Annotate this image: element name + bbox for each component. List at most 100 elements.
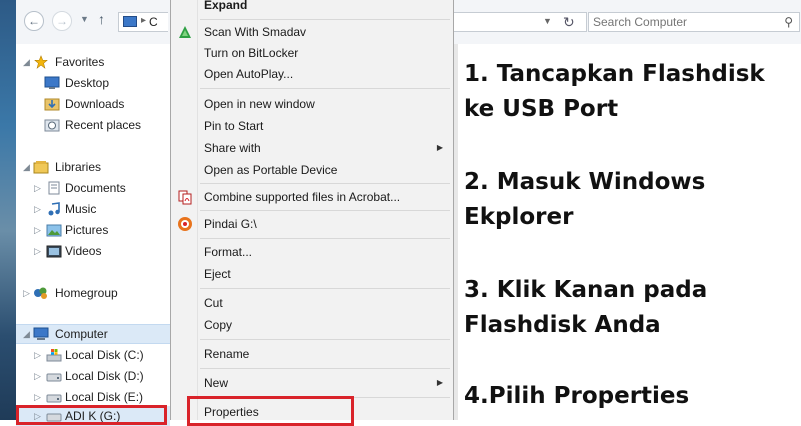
drive-icon <box>46 394 62 403</box>
nav-music[interactable]: ▷ Music <box>16 199 170 219</box>
menu-label: Scan With Smadav <box>204 25 307 39</box>
step-2-line-1: 2. Masuk Windows <box>464 169 706 195</box>
back-button[interactable]: ← <box>24 11 44 31</box>
pictures-icon <box>46 224 62 237</box>
nav-desktop[interactable]: Desktop <box>16 73 170 93</box>
nav-label: Music <box>65 202 97 216</box>
acrobat-icon <box>178 190 192 205</box>
nav-label: Videos <box>65 244 102 258</box>
expanded-arrow-icon[interactable]: ◢ <box>23 329 30 340</box>
collapsed-arrow-icon[interactable]: ▷ <box>34 371 41 382</box>
recent-locations-dropdown[interactable]: ▼ <box>80 14 89 24</box>
search-box[interactable]: ⚲ <box>588 12 800 32</box>
submenu-arrow-icon: ▶ <box>436 378 443 387</box>
nav-downloads[interactable]: Downloads <box>16 94 170 114</box>
step-3-line-1: 3. Klik Kanan pada <box>464 277 708 303</box>
menu-item-bitlocker[interactable]: Turn on BitLocker <box>171 42 453 64</box>
menu-label: New <box>204 376 229 390</box>
collapsed-arrow-icon[interactable]: ▷ <box>34 392 41 403</box>
menu-item-combine-acrobat[interactable]: Combine supported files in Acrobat... <box>171 186 453 208</box>
collapsed-arrow-icon[interactable]: ▷ <box>34 246 41 257</box>
highlight-box-flashdisk <box>16 405 167 425</box>
menu-label: Open AutoPlay... <box>204 67 294 81</box>
nav-local-disk-e[interactable]: ▷ Local Disk (E:) <box>16 387 170 407</box>
address-bar-end[interactable]: ▼ ↻ <box>453 12 587 32</box>
nav-label: Local Disk (E:) <box>65 390 144 404</box>
menu-separator <box>200 183 450 184</box>
breadcrumb-chevron-icon[interactable]: ▸ <box>141 15 146 26</box>
collapsed-arrow-icon[interactable]: ▷ <box>34 204 41 215</box>
highlight-box-properties <box>187 396 354 426</box>
menu-label: Pin to Start <box>204 119 264 133</box>
menu-item-copy[interactable]: Copy <box>171 314 453 336</box>
music-icon <box>48 202 60 216</box>
address-dropdown-icon[interactable]: ▼ <box>543 16 552 26</box>
menu-label: Open as Portable Device <box>204 163 338 177</box>
computer-icon <box>33 327 49 340</box>
drive-icon <box>46 373 62 382</box>
vertical-scrollbar[interactable] <box>454 44 458 420</box>
nav-label: Downloads <box>65 97 125 111</box>
system-drive-icon <box>46 349 62 362</box>
address-bar[interactable]: ▸ C <box>118 12 168 32</box>
navigation-pane: ◢ Favorites Desktop Downloads Recent pla… <box>16 44 170 426</box>
libraries-icon <box>33 161 49 174</box>
menu-item-new[interactable]: New ▶ <box>171 372 453 394</box>
menu-label: Rename <box>204 347 250 361</box>
menu-item-share-with[interactable]: Share with ▶ <box>171 137 453 159</box>
nav-local-disk-c[interactable]: ▷ Local Disk (C:) <box>16 345 170 365</box>
nav-label: Homegroup <box>55 286 118 300</box>
menu-item-autoplay[interactable]: Open AutoPlay... <box>171 63 453 85</box>
nav-computer[interactable]: ◢ Computer <box>16 324 170 344</box>
menu-separator <box>200 238 450 239</box>
expanded-arrow-icon[interactable]: ◢ <box>23 162 30 173</box>
up-button[interactable]: ↑ <box>98 11 105 27</box>
nav-label: Favorites <box>55 55 105 69</box>
nav-pictures[interactable]: ▷ Pictures <box>16 220 170 240</box>
menu-item-format[interactable]: Format... <box>171 241 453 263</box>
nav-label: Local Disk (C:) <box>65 348 144 362</box>
menu-label: Eject <box>204 267 231 281</box>
collapsed-arrow-icon[interactable]: ▷ <box>34 183 41 194</box>
menu-separator <box>200 88 450 89</box>
step-2-line-2: Ekplorer <box>464 204 574 230</box>
nav-documents[interactable]: ▷ Documents <box>16 178 170 198</box>
desktop-background <box>0 0 16 420</box>
menu-item-open-portable-device[interactable]: Open as Portable Device <box>171 159 453 181</box>
menu-label: Format... <box>204 245 253 259</box>
star-icon <box>34 55 48 69</box>
refresh-icon[interactable]: ↻ <box>563 14 575 31</box>
nav-label: Pictures <box>65 223 109 237</box>
nav-label: Recent places <box>65 118 142 132</box>
nav-libraries[interactable]: ◢ Libraries <box>16 157 170 177</box>
smadav-icon <box>179 26 191 38</box>
collapsed-arrow-icon[interactable]: ▷ <box>34 350 41 361</box>
nav-local-disk-d[interactable]: ▷ Local Disk (D:) <box>16 366 170 386</box>
collapsed-arrow-icon[interactable]: ▷ <box>23 288 30 299</box>
menu-item-open-new-window[interactable]: Open in new window <box>171 93 453 115</box>
menu-item-pindai[interactable]: Pindai G:\ <box>171 213 453 235</box>
menu-item-cut[interactable]: Cut <box>171 292 453 314</box>
videos-icon <box>46 245 62 258</box>
address-text: C <box>149 15 158 29</box>
menu-label: Copy <box>204 318 233 332</box>
nav-recent-places[interactable]: Recent places <box>16 115 170 135</box>
nav-homegroup[interactable]: ▷ Homegroup <box>16 283 170 303</box>
menu-item-expand[interactable]: Expand <box>171 0 453 16</box>
menu-item-pin-to-start[interactable]: Pin to Start <box>171 115 453 137</box>
nav-videos[interactable]: ▷ Videos <box>16 241 170 261</box>
computer-icon <box>123 16 137 27</box>
menu-item-eject[interactable]: Eject <box>171 263 453 285</box>
menu-item-rename[interactable]: Rename <box>171 343 453 365</box>
nav-label: Libraries <box>55 160 102 174</box>
nav-favorites[interactable]: ◢ Favorites <box>16 52 170 72</box>
step-1-line-2: ke USB Port <box>464 96 619 122</box>
nav-label: Local Disk (D:) <box>65 369 144 383</box>
arrow-left-icon: ← <box>28 14 40 28</box>
search-input[interactable] <box>593 15 763 29</box>
expanded-arrow-icon[interactable]: ◢ <box>23 57 30 68</box>
search-icon[interactable]: ⚲ <box>784 15 793 29</box>
collapsed-arrow-icon[interactable]: ▷ <box>34 225 41 236</box>
forward-button[interactable]: → <box>52 11 72 31</box>
menu-item-scan-smadav[interactable]: Scan With Smadav <box>171 21 453 43</box>
